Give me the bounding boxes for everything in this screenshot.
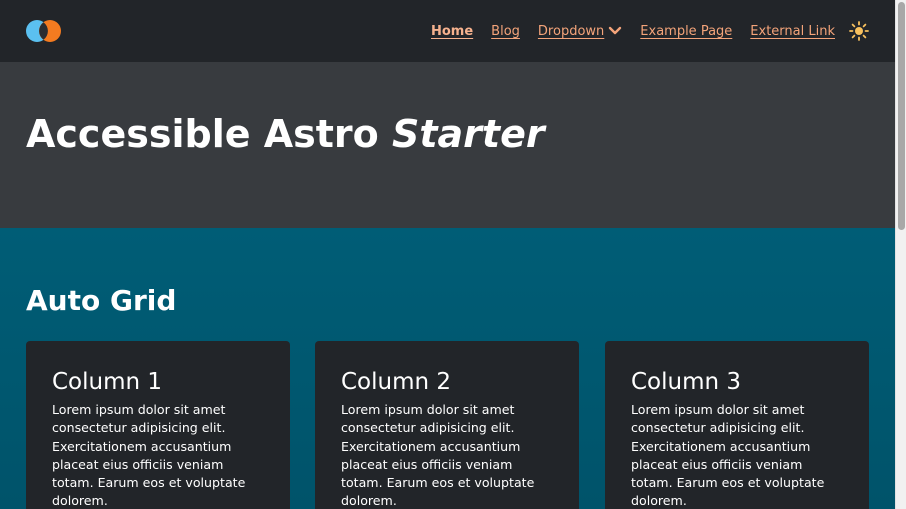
page: Home Blog Dropdown Example Page External… [0,0,895,509]
sun-icon[interactable] [849,21,869,41]
card-title: Column 1 [52,369,163,395]
card-column-1: Column 1 Lorem ipsum dolor sit amet cons… [26,341,290,509]
card-column-2: Column 2 Lorem ipsum dolor sit amet cons… [315,341,579,509]
hero: Accessible Astro Starter [0,62,895,228]
hero-title-main: Accessible Astro [26,112,379,156]
site-logo[interactable] [26,20,62,42]
card-title: Column 2 [341,369,452,395]
chevron-down-icon [609,26,622,35]
scrollbar-thumb[interactable] [898,2,905,230]
card-body: Lorem ipsum dolor sit amet consectetur a… [52,402,246,509]
nav-example-page[interactable]: Example Page [640,24,732,39]
card-body: Lorem ipsum dolor sit amet consectetur a… [341,402,535,509]
hero-title-emphasis: Starter [392,112,545,156]
nav-dropdown[interactable]: Dropdown [538,24,622,39]
nav-blog[interactable]: Blog [491,24,520,39]
vertical-scrollbar[interactable] [895,0,906,509]
nav-home[interactable]: Home [431,24,473,39]
two-circles-logo-icon [26,20,61,42]
hero-title: Accessible Astro Starter [26,112,545,156]
nav-dropdown-label: Dropdown [537,23,605,39]
main-nav: Home Blog Dropdown Example Page External… [431,0,869,62]
section-heading: Auto Grid [26,284,177,317]
site-header: Home Blog Dropdown Example Page External… [0,0,895,62]
card-title: Column 3 [631,369,742,395]
card-body: Lorem ipsum dolor sit amet consectetur a… [631,402,825,509]
nav-external-link[interactable]: External Link [750,24,835,39]
card-column-3: Column 3 Lorem ipsum dolor sit amet cons… [605,341,869,509]
auto-grid-section: Auto Grid Column 1 Lorem ipsum dolor sit… [0,228,895,509]
